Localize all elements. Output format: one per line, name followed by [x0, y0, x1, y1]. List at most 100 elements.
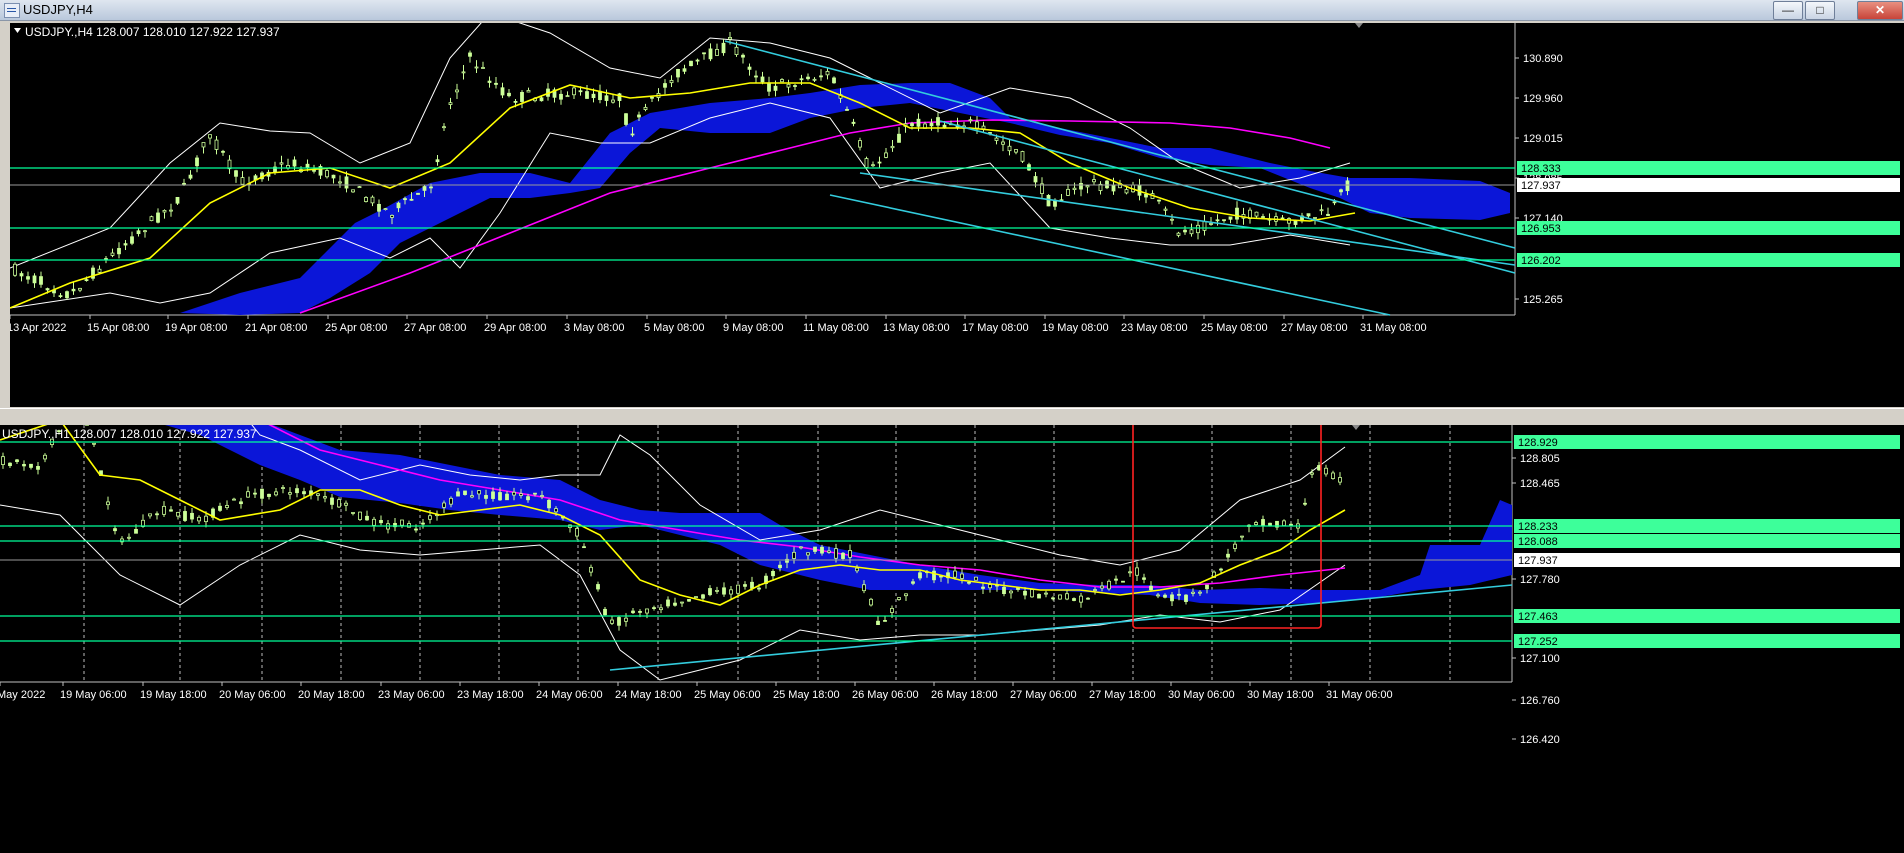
time-tick-label: 27 May 18:00 — [1089, 689, 1156, 701]
candle-body — [1261, 216, 1265, 218]
candle-body — [1156, 594, 1160, 597]
candle-body — [428, 515, 432, 520]
time-tick-label: 26 May 06:00 — [852, 689, 919, 701]
candle-body — [155, 513, 159, 516]
candle-body — [295, 488, 299, 494]
candle-body — [351, 189, 355, 193]
candle-body — [1128, 571, 1132, 574]
candle-body — [611, 99, 615, 103]
candle-body — [274, 491, 278, 496]
candle-body — [1170, 218, 1174, 221]
minimize-button[interactable]: — — [1773, 1, 1803, 20]
candle-body — [1157, 199, 1161, 202]
candle-body — [750, 581, 754, 589]
candle-body — [778, 564, 782, 569]
candle-body — [929, 122, 934, 127]
time-tick-label: 30 May 06:00 — [1168, 689, 1235, 701]
candle-body — [1254, 522, 1258, 526]
candle-body — [708, 48, 713, 60]
candle-body — [820, 546, 824, 554]
candle-body — [968, 119, 973, 122]
close-button[interactable]: ✕ — [1857, 1, 1903, 20]
candle-body — [65, 291, 69, 299]
candle-body — [1002, 586, 1006, 595]
price-tag-box — [1514, 435, 1900, 449]
candle-body — [1124, 189, 1129, 194]
price-tick-label: 127.100 — [1520, 653, 1560, 665]
candle-body — [702, 52, 706, 55]
candle-body — [812, 78, 817, 81]
candle-body — [1023, 590, 1027, 596]
candle-body — [1331, 472, 1335, 479]
candle-body — [182, 182, 186, 185]
candle-body — [676, 68, 680, 78]
candle-body — [631, 610, 635, 614]
candle-body — [729, 589, 733, 595]
time-tick-label: 29 Apr 08:00 — [484, 322, 546, 334]
candle-body — [1177, 593, 1181, 596]
candle-body — [1100, 585, 1104, 589]
h4-chart-panel[interactable]: USDJPY.,H4 128.007 128.010 127.922 127.9… — [10, 23, 1904, 407]
candle-body — [1268, 522, 1272, 526]
candle-body — [260, 488, 264, 499]
candle-body — [1044, 592, 1048, 595]
candle-body — [1009, 590, 1013, 594]
candle-body — [884, 152, 888, 158]
candle-body — [442, 126, 446, 129]
h4-price-chart[interactable]: USDJPY.,H4 128.007 128.010 127.922 127.9… — [10, 23, 1904, 407]
candle-body — [757, 587, 761, 590]
price-tag-box — [1514, 519, 1900, 533]
candle-body — [741, 54, 745, 58]
time-tick-label: 13 Apr 2022 — [10, 322, 66, 334]
candle-body — [747, 66, 752, 70]
candle-body — [876, 620, 880, 626]
candle-body — [123, 243, 128, 246]
candle-body — [84, 279, 89, 281]
candle-body — [468, 52, 472, 57]
trendline — [829, 194, 1391, 316]
candle-body — [316, 493, 320, 496]
maximize-button[interactable]: □ — [1805, 1, 1835, 20]
candle-body — [1121, 580, 1125, 583]
candle-body — [365, 515, 369, 521]
candle-body — [743, 584, 747, 587]
candle-body — [793, 85, 797, 87]
candle-body — [208, 134, 212, 139]
price-tag-label: 128.333 — [1521, 163, 1561, 175]
candle-body — [305, 163, 310, 169]
candle-body — [715, 49, 719, 56]
candle-body — [1020, 151, 1025, 162]
h1-chart-panel[interactable]: USDJPY.,H1 128.007 128.010 127.922 127.9… — [0, 425, 1904, 853]
candle-body — [45, 288, 50, 291]
candle-body — [575, 528, 579, 537]
candle-body — [429, 186, 433, 189]
candle-body — [799, 78, 804, 81]
chart-header-text: USDJPY.,H1 128.007 128.010 127.922 127.9… — [2, 427, 257, 441]
candle-body — [1079, 595, 1083, 603]
candle-body — [680, 601, 684, 604]
candle-body — [414, 528, 418, 531]
candle-body — [58, 295, 63, 298]
candle-body — [8, 462, 12, 467]
candle-body — [1306, 213, 1311, 217]
candle-body — [1233, 543, 1237, 549]
candle-body — [897, 597, 901, 600]
panel-separator[interactable] — [0, 408, 1904, 426]
candle-body — [910, 123, 914, 127]
candle-body — [669, 79, 674, 84]
candle-body — [456, 491, 460, 497]
chart-shift-marker-icon — [1355, 23, 1363, 28]
candle-body — [855, 567, 859, 572]
candle-body — [448, 102, 453, 105]
candle-body — [32, 275, 37, 284]
candle-body — [344, 176, 349, 189]
candle-body — [624, 617, 628, 622]
candle-body — [43, 454, 47, 460]
candle-body — [162, 210, 167, 213]
candle-body — [487, 80, 492, 83]
candle-body — [197, 516, 201, 522]
h1-price-chart[interactable]: USDJPY.,H1 128.007 128.010 127.922 127.9… — [0, 425, 1904, 853]
candle-body — [1209, 223, 1213, 225]
candle-body — [201, 142, 206, 148]
candle-body — [715, 589, 719, 592]
